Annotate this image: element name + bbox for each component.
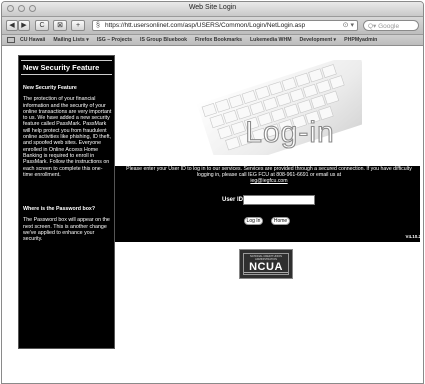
- title-bar: Web Site Login: [2, 2, 423, 17]
- sidebar-section-2: Where is the Password box? The Password …: [23, 206, 112, 242]
- login-hero-text: Log-in: [245, 116, 334, 149]
- sidebar-section-1: New Security Feature The protection of y…: [23, 85, 112, 178]
- bookmark-item[interactable]: Firefox Bookmarks: [195, 37, 242, 43]
- ncua-rule: [244, 272, 288, 273]
- reload-button[interactable]: C: [35, 20, 49, 31]
- instructions-text: Please enter your User ID to log in to o…: [126, 166, 412, 178]
- user-id-colon: :: [239, 197, 241, 203]
- ncua-frame: NATIONAL CREDIT UNION ADMINISTRATION NCU…: [243, 253, 289, 275]
- bookmark-item[interactable]: Mailing Lists ▾: [53, 37, 88, 43]
- scrollbar[interactable]: [420, 46, 423, 383]
- keyboard-image: Log-in: [192, 60, 362, 155]
- sidebar-body: The Password box will appear on the next…: [23, 217, 110, 243]
- search-field[interactable]: Q▾ Google: [363, 20, 419, 31]
- search-placeholder: Q▾ Google: [368, 23, 400, 30]
- bookmark-item[interactable]: Development ▾: [300, 37, 337, 43]
- login-instructions: Please enter your User ID to log in to o…: [123, 166, 415, 184]
- back-button[interactable]: ◀: [6, 20, 18, 31]
- bookmark-item[interactable]: PHPMyadmin: [344, 37, 377, 43]
- home-button[interactable]: Home: [271, 217, 290, 225]
- bookmarks-bar: CU Hawaii Mailing Lists ▾ ISG – Projects…: [2, 35, 423, 46]
- page-content: New Security Feature New Security Featur…: [2, 46, 423, 383]
- window-title: Web Site Login: [188, 4, 237, 11]
- email-link[interactable]: ieg@iegfcu.com: [250, 178, 287, 184]
- add-bookmark-button[interactable]: +: [71, 20, 85, 31]
- version-label: V4.10.2: [405, 234, 421, 239]
- browser-window: Web Site Login ◀ ▶ C ⊠ + § https://htt.u…: [1, 1, 424, 384]
- forward-button[interactable]: ▶: [18, 20, 30, 31]
- address-text: https://htt.usersonlinet.com/asp/USERS/C…: [105, 22, 306, 29]
- sidebar-body: The protection of your financial informa…: [23, 96, 112, 178]
- user-id-input[interactable]: [243, 195, 315, 205]
- address-bar[interactable]: § https://htt.usersonlinet.com/asp/USERS…: [92, 20, 358, 31]
- bookmarks-book-icon[interactable]: [7, 37, 15, 43]
- stop-button[interactable]: ⊠: [53, 20, 67, 31]
- ncua-logo[interactable]: NATIONAL CREDIT UNION ADMINISTRATION NCU…: [239, 249, 293, 279]
- site-icon: §: [96, 22, 100, 29]
- rss-dropdown-icon[interactable]: ⊙ ▾: [343, 21, 354, 29]
- bookmark-item[interactable]: CU Hawaii: [20, 37, 45, 43]
- bookmark-item[interactable]: IS Group Bluebook: [140, 37, 187, 43]
- sidebar-title: New Security Feature: [21, 60, 112, 75]
- navigation-toolbar: ◀ ▶ C ⊠ + § https://htt.usersonlinet.com…: [2, 17, 423, 35]
- security-sidebar: New Security Feature New Security Featur…: [18, 55, 115, 349]
- bookmark-item[interactable]: ISG – Projects: [97, 37, 132, 43]
- bookmark-item[interactable]: Lukemedia WHM: [250, 37, 292, 43]
- login-button[interactable]: Log In: [244, 217, 263, 225]
- login-hero-image: Log-in: [192, 60, 362, 155]
- login-panel: Please enter your User ID to log in to o…: [115, 166, 423, 242]
